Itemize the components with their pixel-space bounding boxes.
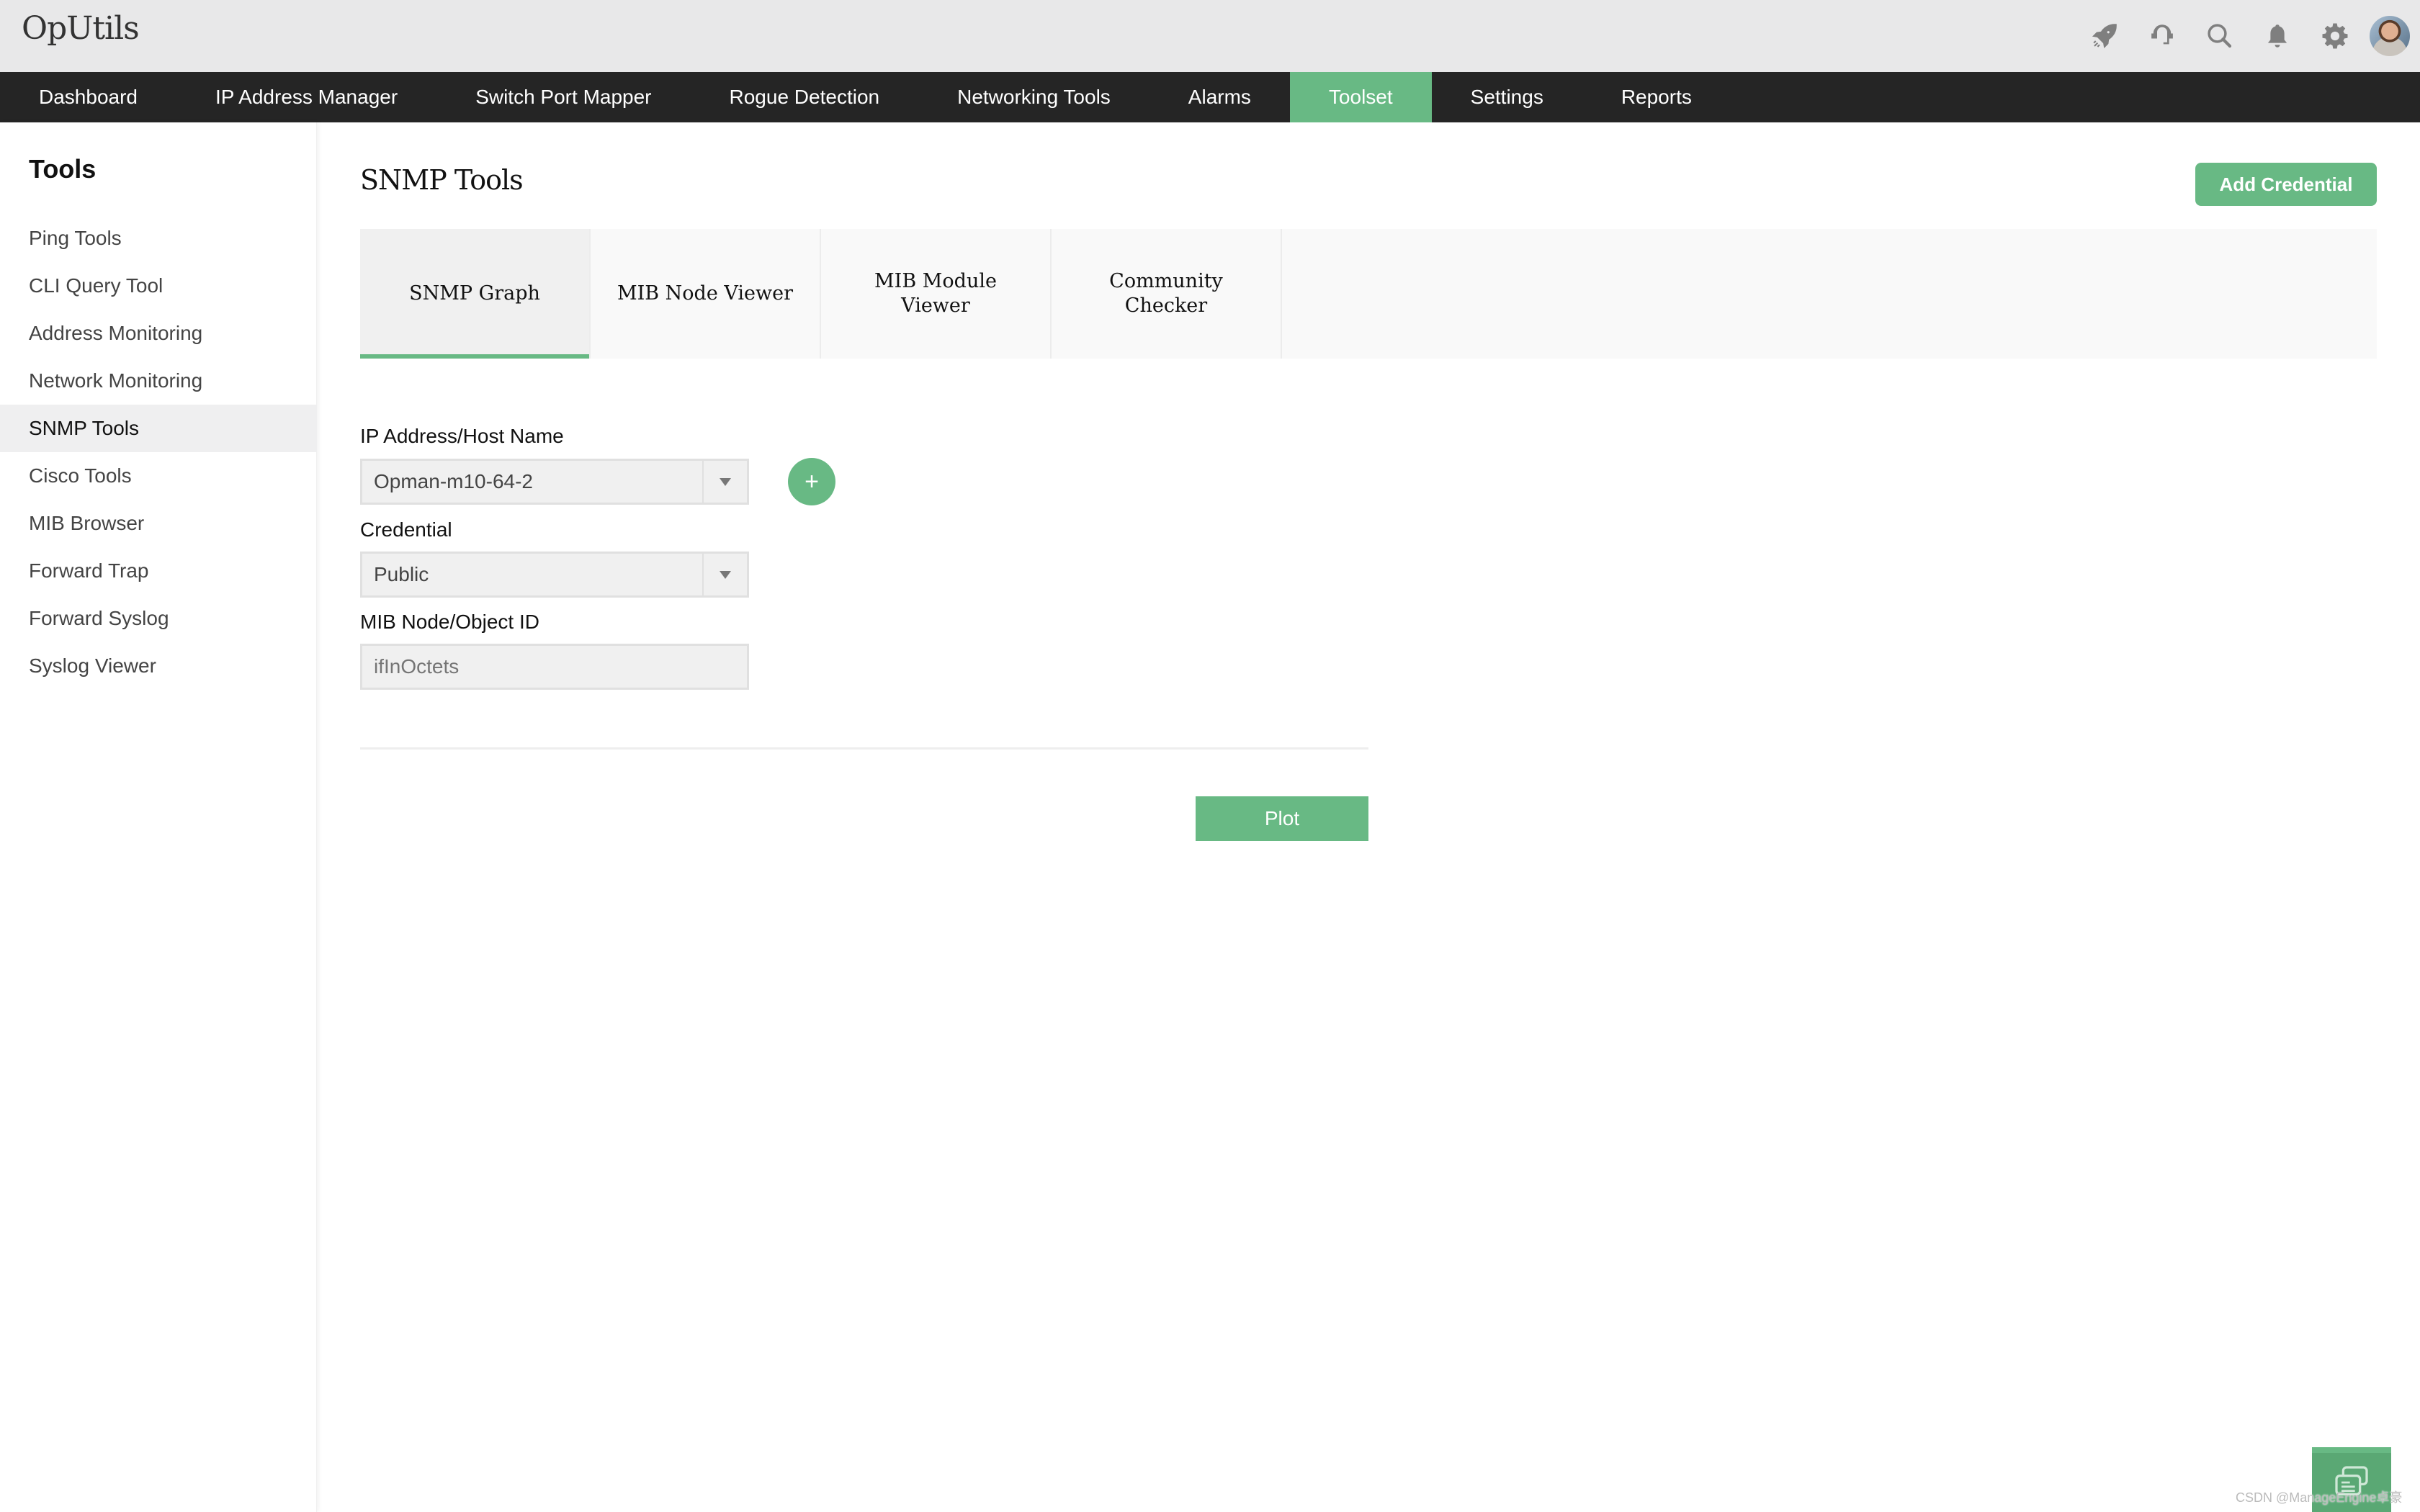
chevron-down-icon[interactable] [702, 554, 747, 595]
credential-label: Credential [360, 518, 452, 541]
tab-snmp-graph[interactable]: SNMP Graph [360, 229, 591, 359]
tool-tabs: SNMP Graph MIB Node Viewer MIB Module Vi… [360, 229, 2377, 359]
sidebar-item-forward-trap[interactable]: Forward Trap [0, 547, 317, 595]
sidebar-item-mib-browser[interactable]: MIB Browser [0, 500, 317, 547]
plot-button[interactable]: Plot [1196, 796, 1368, 841]
add-credential-button[interactable]: Add Credential [2195, 163, 2377, 206]
nav-switch-port-mapper[interactable]: Switch Port Mapper [436, 72, 690, 122]
credential-value: Public [374, 563, 429, 585]
rocket-icon[interactable] [2076, 0, 2133, 72]
sidebar-list: Ping Tools CLI Query Tool Address Monito… [0, 215, 317, 690]
nav-reports[interactable]: Reports [1582, 72, 1731, 122]
user-avatar[interactable] [2370, 16, 2410, 56]
nav-ip-address-manager[interactable]: IP Address Manager [176, 72, 436, 122]
credential-select[interactable]: Public [360, 552, 749, 598]
tab-community-checker[interactable]: Community Checker [1052, 229, 1282, 359]
form-divider [360, 747, 1368, 750]
sidebar-item-syslog-viewer[interactable]: Syslog Viewer [0, 642, 317, 690]
nav-networking-tools[interactable]: Networking Tools [918, 72, 1150, 122]
header-icons [2076, 0, 2420, 72]
gear-icon[interactable] [2306, 0, 2364, 72]
sidebar-item-forward-syslog[interactable]: Forward Syslog [0, 595, 317, 642]
page-title: SNMP Tools [360, 164, 524, 196]
tab-mib-module-viewer[interactable]: MIB Module Viewer [821, 229, 1052, 359]
app-logo[interactable]: OpUtils [22, 10, 140, 47]
top-header: OpUtils [0, 0, 2420, 72]
snmp-graph-form: IP Address/Host Name Opman-m10-64-2 + Cr… [360, 425, 1368, 703]
sidebar-title: Tools [29, 154, 97, 184]
watermark: CSDN @ManageEngine卓豪 [2236, 1490, 2403, 1505]
chevron-down-icon[interactable] [702, 461, 747, 503]
main-nav: Dashboard IP Address Manager Switch Port… [0, 72, 2420, 122]
search-icon[interactable] [2191, 0, 2249, 72]
nav-dashboard[interactable]: Dashboard [0, 72, 176, 122]
nav-settings[interactable]: Settings [1432, 72, 1582, 122]
ip-address-value: Opman-m10-64-2 [374, 470, 533, 492]
sidebar-item-cisco-tools[interactable]: Cisco Tools [0, 452, 317, 500]
ip-address-label: IP Address/Host Name [360, 425, 564, 447]
headset-icon[interactable] [2133, 0, 2191, 72]
nav-alarms[interactable]: Alarms [1150, 72, 1290, 122]
mib-node-label: MIB Node/Object ID [360, 611, 539, 633]
main-content: SNMP Tools Add Credential SNMP Graph MIB… [317, 122, 2420, 1512]
add-host-button[interactable]: + [788, 458, 835, 505]
sidebar-item-snmp-tools[interactable]: SNMP Tools [0, 405, 317, 452]
mib-node-input[interactable] [360, 644, 749, 690]
nav-rogue-detection[interactable]: Rogue Detection [691, 72, 919, 122]
ip-address-select[interactable]: Opman-m10-64-2 [360, 459, 749, 505]
sidebar: Tools Ping Tools CLI Query Tool Address … [0, 122, 317, 1512]
sidebar-item-cli-query-tool[interactable]: CLI Query Tool [0, 262, 317, 310]
sidebar-item-address-monitoring[interactable]: Address Monitoring [0, 310, 317, 357]
nav-toolset[interactable]: Toolset [1289, 72, 1432, 122]
sidebar-item-ping-tools[interactable]: Ping Tools [0, 215, 317, 262]
tab-mib-node-viewer[interactable]: MIB Node Viewer [591, 229, 821, 359]
sidebar-item-network-monitoring[interactable]: Network Monitoring [0, 357, 317, 405]
bell-icon[interactable] [2249, 0, 2306, 72]
